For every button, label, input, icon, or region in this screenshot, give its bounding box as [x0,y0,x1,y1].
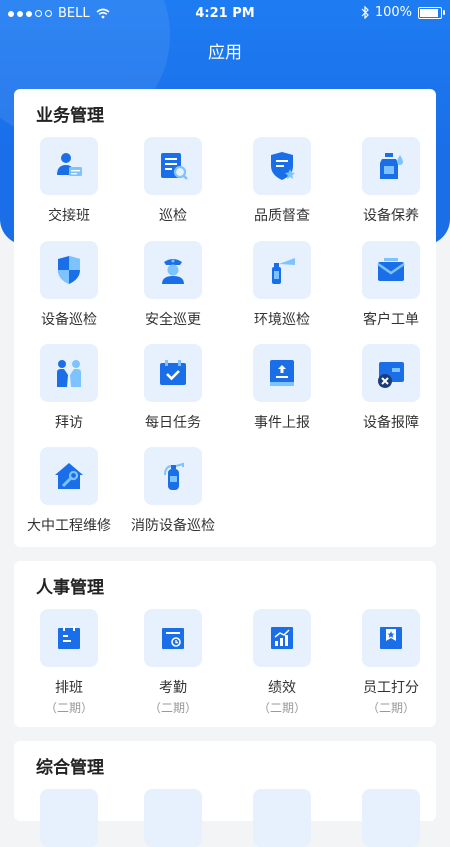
app-label: 安全巡更 [145,312,201,328]
app-label: 每日任务 [145,415,201,431]
phase-note: （二期） [44,701,93,715]
app-label: 设备巡检 [41,312,97,328]
rating-icon [380,627,402,649]
app-major-engineering-repair[interactable]: 大中工程维修 [14,447,124,535]
app-label: 绩效 [268,680,296,696]
app-fire-equipment-inspection[interactable]: 消防设备巡检 [118,447,228,535]
calendar-check-icon [160,360,186,385]
app-label: 事件上报 [254,415,310,431]
performance-chart-icon [271,627,293,649]
app-label: 设备保养 [363,208,419,224]
house-repair-icon [55,463,83,489]
app-performance[interactable]: 绩效 （二期） [227,609,337,716]
schedule-icon [58,626,80,649]
app-label: 客户工单 [363,312,419,328]
app-label: 环境巡检 [254,312,310,328]
upload-report-icon [270,360,294,386]
app-label: 排班 [55,680,83,696]
security-guard-icon [162,259,184,284]
app-label: 员工打分 [363,680,419,696]
app-customer-work-order[interactable]: 客户工单 [336,241,446,329]
battery-percentage: 100% [374,5,412,20]
app-tile-partial[interactable] [227,789,337,847]
app-employee-rating[interactable]: 员工打分 （二期） [336,609,446,716]
app-label: 品质督查 [254,208,310,224]
equipment-shield-icon [58,256,80,284]
device-fault-icon [378,362,404,388]
app-label: 考勤 [159,680,187,696]
app-tile-partial[interactable] [14,789,124,847]
app-label: 大中工程维修 [27,518,111,534]
envelope-icon [377,258,405,281]
section-business-management: 业务管理 交接班 巡检 品质督查 设备保养 设备巡检 安全巡更 环境巡检 客户工… [14,89,436,547]
section-title: 业务管理 [36,101,104,128]
app-equipment-fault-report[interactable]: 设备报障 [336,344,446,432]
app-attendance[interactable]: 考勤 （二期） [118,609,228,716]
app-label: 拜访 [55,415,83,431]
phase-note: （二期） [366,701,415,715]
fire-extinguisher-icon [164,462,184,490]
page-title: 应用 [208,43,242,63]
inspection-icon [161,153,188,180]
bluetooth-icon [361,6,369,19]
app-label: 巡检 [159,208,187,224]
section-title: 综合管理 [36,753,104,780]
section-general-management: 综合管理 [14,741,436,847]
spray-icon [272,258,295,284]
app-tile-partial[interactable] [336,789,446,847]
app-event-report[interactable]: 事件上报 [227,344,337,432]
phase-note: （二期） [148,701,197,715]
handover-icon [57,153,82,176]
phase-note: （二期） [257,701,306,715]
section-hr-management: 人事管理 排班 （二期） 考勤 （二期） 绩效 （二期） 员工打分 （二期） [14,561,436,727]
app-security-patrol[interactable]: 安全巡更 [118,241,228,329]
app-quality-supervision[interactable]: 品质督查 [227,137,337,225]
app-tile-partial[interactable] [118,789,228,847]
status-bar: BELL 4:21 PM 100% [0,0,450,28]
app-shift-schedule[interactable]: 排班 （二期） [14,609,124,716]
app-label: 消防设备巡检 [131,518,215,534]
app-daily-task[interactable]: 每日任务 [118,344,228,432]
app-visit[interactable]: 拜访 [14,344,124,432]
battery-icon [418,6,445,19]
app-label: 设备报障 [363,415,419,431]
quality-shield-icon [271,152,295,180]
app-handover[interactable]: 交接班 [14,137,124,225]
maintenance-bottle-icon [380,153,403,179]
attendance-icon [162,628,184,649]
app-equipment-inspection[interactable]: 设备巡检 [14,241,124,329]
app-inspection[interactable]: 巡检 [118,137,228,225]
app-label: 交接班 [48,208,90,224]
app-environment-inspection[interactable]: 环境巡检 [227,241,337,329]
visit-people-icon [57,360,81,387]
app-equipment-maintenance[interactable]: 设备保养 [336,137,446,225]
section-title: 人事管理 [36,573,104,600]
